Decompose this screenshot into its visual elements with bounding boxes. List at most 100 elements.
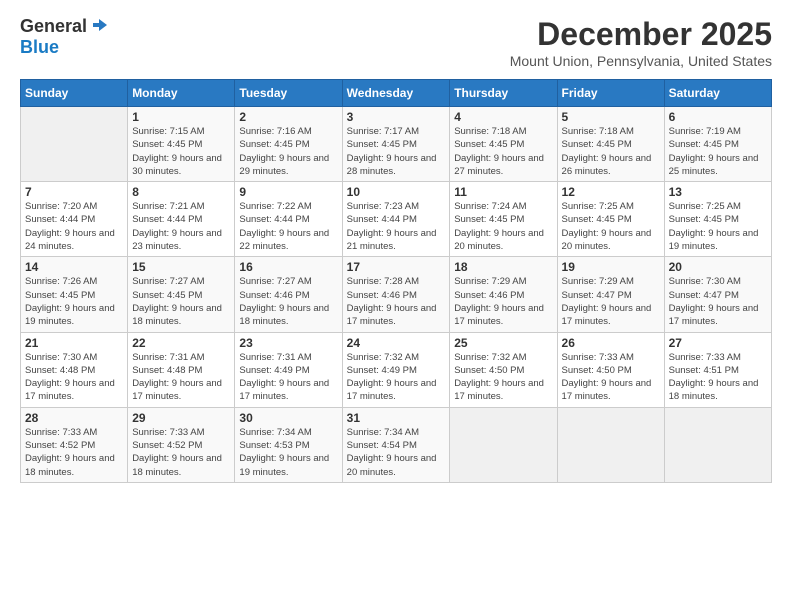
day-detail: Sunrise: 7:20 AMSunset: 4:44 PMDaylight:… <box>25 200 123 253</box>
day-header-monday: Monday <box>128 80 235 107</box>
day-number: 10 <box>347 185 446 199</box>
calendar-week-1: 1 Sunrise: 7:15 AMSunset: 4:45 PMDayligh… <box>21 107 772 182</box>
day-detail: Sunrise: 7:33 AMSunset: 4:51 PMDaylight:… <box>669 351 767 404</box>
logo-blue-text: Blue <box>20 37 59 58</box>
calendar-cell: 25 Sunrise: 7:32 AMSunset: 4:50 PMDaylig… <box>450 332 557 407</box>
day-number: 23 <box>239 336 337 350</box>
day-detail: Sunrise: 7:18 AMSunset: 4:45 PMDaylight:… <box>454 125 552 178</box>
day-detail: Sunrise: 7:29 AMSunset: 4:47 PMDaylight:… <box>562 275 660 328</box>
day-detail: Sunrise: 7:32 AMSunset: 4:50 PMDaylight:… <box>454 351 552 404</box>
calendar-cell: 12 Sunrise: 7:25 AMSunset: 4:45 PMDaylig… <box>557 182 664 257</box>
calendar-cell: 21 Sunrise: 7:30 AMSunset: 4:48 PMDaylig… <box>21 332 128 407</box>
calendar-cell <box>21 107 128 182</box>
calendar-week-4: 21 Sunrise: 7:30 AMSunset: 4:48 PMDaylig… <box>21 332 772 407</box>
day-header-thursday: Thursday <box>450 80 557 107</box>
calendar-cell: 6 Sunrise: 7:19 AMSunset: 4:45 PMDayligh… <box>664 107 771 182</box>
day-number: 11 <box>454 185 552 199</box>
day-number: 6 <box>669 110 767 124</box>
day-detail: Sunrise: 7:15 AMSunset: 4:45 PMDaylight:… <box>132 125 230 178</box>
day-number: 31 <box>347 411 446 425</box>
day-number: 20 <box>669 260 767 274</box>
calendar-cell: 18 Sunrise: 7:29 AMSunset: 4:46 PMDaylig… <box>450 257 557 332</box>
day-detail: Sunrise: 7:33 AMSunset: 4:50 PMDaylight:… <box>562 351 660 404</box>
day-number: 16 <box>239 260 337 274</box>
day-detail: Sunrise: 7:30 AMSunset: 4:47 PMDaylight:… <box>669 275 767 328</box>
calendar-cell: 29 Sunrise: 7:33 AMSunset: 4:52 PMDaylig… <box>128 407 235 482</box>
day-detail: Sunrise: 7:28 AMSunset: 4:46 PMDaylight:… <box>347 275 446 328</box>
day-number: 26 <box>562 336 660 350</box>
location: Mount Union, Pennsylvania, United States <box>510 53 772 69</box>
day-detail: Sunrise: 7:31 AMSunset: 4:49 PMDaylight:… <box>239 351 337 404</box>
day-number: 9 <box>239 185 337 199</box>
day-number: 27 <box>669 336 767 350</box>
calendar-cell: 8 Sunrise: 7:21 AMSunset: 4:44 PMDayligh… <box>128 182 235 257</box>
calendar-cell: 20 Sunrise: 7:30 AMSunset: 4:47 PMDaylig… <box>664 257 771 332</box>
day-detail: Sunrise: 7:24 AMSunset: 4:45 PMDaylight:… <box>454 200 552 253</box>
day-number: 30 <box>239 411 337 425</box>
calendar-cell: 7 Sunrise: 7:20 AMSunset: 4:44 PMDayligh… <box>21 182 128 257</box>
calendar-cell: 13 Sunrise: 7:25 AMSunset: 4:45 PMDaylig… <box>664 182 771 257</box>
day-detail: Sunrise: 7:27 AMSunset: 4:45 PMDaylight:… <box>132 275 230 328</box>
day-detail: Sunrise: 7:16 AMSunset: 4:45 PMDaylight:… <box>239 125 337 178</box>
calendar-cell: 17 Sunrise: 7:28 AMSunset: 4:46 PMDaylig… <box>342 257 450 332</box>
calendar-cell: 22 Sunrise: 7:31 AMSunset: 4:48 PMDaylig… <box>128 332 235 407</box>
calendar: SundayMondayTuesdayWednesdayThursdayFrid… <box>20 79 772 483</box>
day-number: 5 <box>562 110 660 124</box>
calendar-cell: 26 Sunrise: 7:33 AMSunset: 4:50 PMDaylig… <box>557 332 664 407</box>
header: General Blue December 2025 Mount Union, … <box>20 16 772 69</box>
day-detail: Sunrise: 7:27 AMSunset: 4:46 PMDaylight:… <box>239 275 337 328</box>
day-detail: Sunrise: 7:25 AMSunset: 4:45 PMDaylight:… <box>669 200 767 253</box>
day-header-sunday: Sunday <box>21 80 128 107</box>
day-number: 7 <box>25 185 123 199</box>
calendar-cell: 11 Sunrise: 7:24 AMSunset: 4:45 PMDaylig… <box>450 182 557 257</box>
title-block: December 2025 Mount Union, Pennsylvania,… <box>510 16 772 69</box>
day-detail: Sunrise: 7:34 AMSunset: 4:54 PMDaylight:… <box>347 426 446 479</box>
day-detail: Sunrise: 7:25 AMSunset: 4:45 PMDaylight:… <box>562 200 660 253</box>
day-number: 18 <box>454 260 552 274</box>
day-number: 29 <box>132 411 230 425</box>
day-number: 2 <box>239 110 337 124</box>
day-number: 19 <box>562 260 660 274</box>
day-detail: Sunrise: 7:17 AMSunset: 4:45 PMDaylight:… <box>347 125 446 178</box>
calendar-cell: 1 Sunrise: 7:15 AMSunset: 4:45 PMDayligh… <box>128 107 235 182</box>
day-header-saturday: Saturday <box>664 80 771 107</box>
day-number: 14 <box>25 260 123 274</box>
day-detail: Sunrise: 7:30 AMSunset: 4:48 PMDaylight:… <box>25 351 123 404</box>
day-detail: Sunrise: 7:29 AMSunset: 4:46 PMDaylight:… <box>454 275 552 328</box>
day-detail: Sunrise: 7:22 AMSunset: 4:44 PMDaylight:… <box>239 200 337 253</box>
day-detail: Sunrise: 7:34 AMSunset: 4:53 PMDaylight:… <box>239 426 337 479</box>
day-detail: Sunrise: 7:19 AMSunset: 4:45 PMDaylight:… <box>669 125 767 178</box>
calendar-cell: 30 Sunrise: 7:34 AMSunset: 4:53 PMDaylig… <box>235 407 342 482</box>
calendar-cell: 24 Sunrise: 7:32 AMSunset: 4:49 PMDaylig… <box>342 332 450 407</box>
day-number: 4 <box>454 110 552 124</box>
day-number: 25 <box>454 336 552 350</box>
calendar-cell: 4 Sunrise: 7:18 AMSunset: 4:45 PMDayligh… <box>450 107 557 182</box>
calendar-cell: 5 Sunrise: 7:18 AMSunset: 4:45 PMDayligh… <box>557 107 664 182</box>
logo: General Blue <box>20 16 109 58</box>
day-detail: Sunrise: 7:26 AMSunset: 4:45 PMDaylight:… <box>25 275 123 328</box>
calendar-cell: 23 Sunrise: 7:31 AMSunset: 4:49 PMDaylig… <box>235 332 342 407</box>
day-number: 21 <box>25 336 123 350</box>
calendar-header-row: SundayMondayTuesdayWednesdayThursdayFrid… <box>21 80 772 107</box>
day-number: 13 <box>669 185 767 199</box>
calendar-cell <box>664 407 771 482</box>
month-title: December 2025 <box>510 16 772 53</box>
calendar-cell <box>557 407 664 482</box>
calendar-cell: 31 Sunrise: 7:34 AMSunset: 4:54 PMDaylig… <box>342 407 450 482</box>
day-detail: Sunrise: 7:32 AMSunset: 4:49 PMDaylight:… <box>347 351 446 404</box>
day-detail: Sunrise: 7:33 AMSunset: 4:52 PMDaylight:… <box>132 426 230 479</box>
day-detail: Sunrise: 7:23 AMSunset: 4:44 PMDaylight:… <box>347 200 446 253</box>
calendar-week-5: 28 Sunrise: 7:33 AMSunset: 4:52 PMDaylig… <box>21 407 772 482</box>
day-header-tuesday: Tuesday <box>235 80 342 107</box>
day-number: 28 <box>25 411 123 425</box>
calendar-cell: 3 Sunrise: 7:17 AMSunset: 4:45 PMDayligh… <box>342 107 450 182</box>
logo-general-text: General <box>20 16 87 37</box>
day-detail: Sunrise: 7:33 AMSunset: 4:52 PMDaylight:… <box>25 426 123 479</box>
calendar-cell: 14 Sunrise: 7:26 AMSunset: 4:45 PMDaylig… <box>21 257 128 332</box>
day-number: 15 <box>132 260 230 274</box>
day-header-wednesday: Wednesday <box>342 80 450 107</box>
day-detail: Sunrise: 7:31 AMSunset: 4:48 PMDaylight:… <box>132 351 230 404</box>
day-number: 12 <box>562 185 660 199</box>
day-number: 22 <box>132 336 230 350</box>
day-number: 1 <box>132 110 230 124</box>
